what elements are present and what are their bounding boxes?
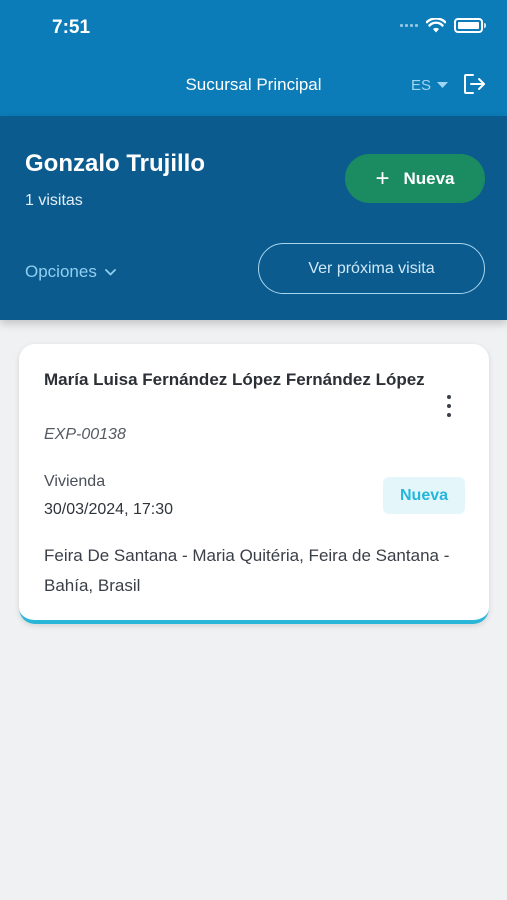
language-label: ES: [411, 77, 432, 94]
plus-icon: +: [375, 164, 390, 192]
visit-code: EXP-00138: [44, 426, 126, 443]
new-visit-label: Nueva: [403, 168, 455, 188]
cellular-signal-icon: [400, 24, 418, 27]
visit-client-name: María Luisa Fernández López Fernández Ló…: [44, 370, 425, 389]
visit-count: 1 visitas: [25, 192, 83, 209]
options-label: Opciones: [25, 262, 97, 281]
visit-card[interactable]: María Luisa Fernández López Fernández Ló…: [19, 344, 489, 624]
language-selector[interactable]: ES: [411, 77, 449, 94]
next-visit-button[interactable]: Ver próxima visita: [258, 243, 485, 294]
visit-address: Feira De Santana - Maria Quitéria, Feira…: [44, 546, 450, 595]
battery-icon: [454, 18, 486, 33]
visit-type: Vivienda: [44, 473, 106, 490]
options-dropdown[interactable]: Opciones: [25, 262, 116, 282]
status-time: 7:51: [52, 17, 91, 38]
top-bar: 7:51 Sucursal Principal ES: [0, 0, 507, 116]
status-badge: Nueva: [383, 477, 465, 514]
logout-icon[interactable]: [463, 73, 487, 95]
visit-datetime: 30/03/2024, 17:30: [44, 501, 174, 518]
more-options-icon[interactable]: [439, 395, 459, 417]
status-icons: [400, 18, 486, 33]
caret-down-icon: [437, 82, 449, 88]
wifi-icon: [426, 18, 446, 33]
new-visit-button[interactable]: + Nueva: [345, 154, 485, 203]
user-header-panel: Gonzalo Trujillo 1 visitas + Nueva Opcio…: [0, 116, 507, 320]
chevron-down-icon: [104, 268, 116, 275]
user-name: Gonzalo Trujillo: [25, 150, 205, 177]
